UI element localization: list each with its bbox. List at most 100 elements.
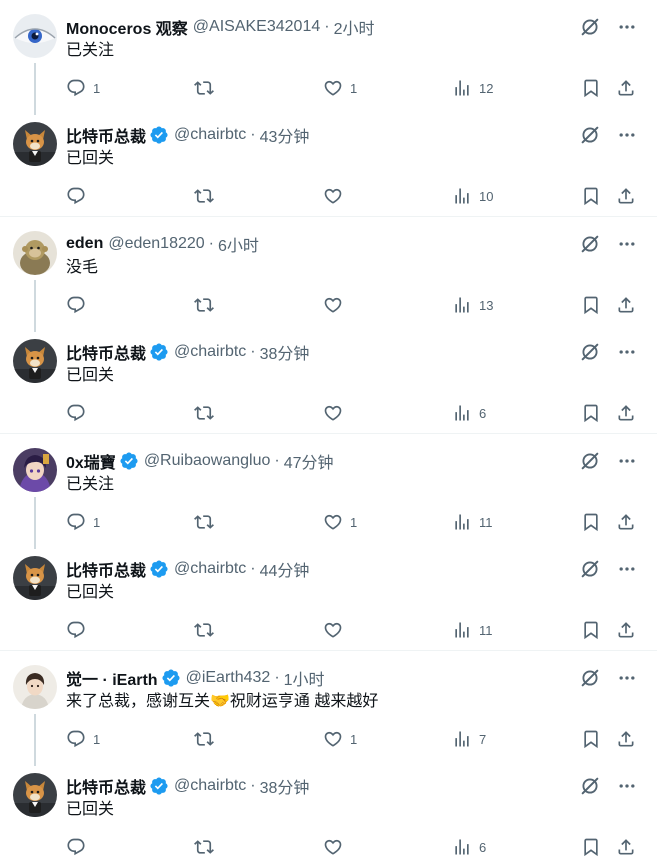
views-button[interactable]: 11 bbox=[452, 620, 493, 640]
reply-button[interactable]: 1 bbox=[66, 78, 100, 98]
share-button[interactable] bbox=[616, 620, 636, 640]
reply-button[interactable]: 1 bbox=[66, 729, 100, 749]
grok-icon[interactable] bbox=[579, 233, 601, 255]
timestamp[interactable]: 6小时 bbox=[218, 232, 259, 256]
reply-button[interactable] bbox=[66, 837, 86, 857]
bookmark-button[interactable] bbox=[581, 186, 601, 206]
like-button[interactable] bbox=[323, 837, 343, 857]
reply-button[interactable]: 1 bbox=[66, 512, 100, 532]
display-name[interactable]: 比特币总裁 bbox=[66, 340, 146, 364]
views-button[interactable]: 6 bbox=[452, 403, 486, 423]
display-name[interactable]: 觉一 · iEarth bbox=[66, 666, 158, 690]
tweet[interactable]: 觉一 · iEarth @iEarth432 · 1小时 来了总裁，感谢互关🤝祝财运亨通… bbox=[0, 651, 657, 766]
more-icon[interactable] bbox=[617, 451, 637, 471]
like-button[interactable]: 1 bbox=[323, 729, 357, 749]
like-button[interactable] bbox=[323, 620, 343, 640]
retweet-button[interactable] bbox=[194, 837, 214, 857]
avatar[interactable] bbox=[13, 448, 57, 492]
like-button[interactable]: 1 bbox=[323, 78, 357, 98]
grok-icon[interactable] bbox=[579, 775, 601, 797]
avatar[interactable] bbox=[13, 14, 57, 58]
more-icon[interactable] bbox=[617, 234, 637, 254]
reply-button[interactable] bbox=[66, 186, 86, 206]
share-button[interactable] bbox=[616, 295, 636, 315]
more-icon[interactable] bbox=[617, 342, 637, 362]
like-button[interactable]: 1 bbox=[323, 512, 357, 532]
avatar[interactable] bbox=[13, 556, 57, 600]
grok-icon[interactable] bbox=[579, 667, 601, 689]
like-button[interactable] bbox=[323, 403, 343, 423]
retweet-button[interactable] bbox=[194, 620, 214, 640]
user-handle[interactable]: @chairbtc bbox=[174, 343, 246, 361]
timestamp[interactable]: 2小时 bbox=[334, 15, 375, 39]
reply-button[interactable] bbox=[66, 403, 86, 423]
user-handle[interactable]: @chairbtc bbox=[174, 560, 246, 578]
bookmark-button[interactable] bbox=[581, 512, 601, 532]
bookmark-button[interactable] bbox=[581, 295, 601, 315]
views-button[interactable]: 10 bbox=[452, 186, 493, 206]
bookmark-button[interactable] bbox=[581, 837, 601, 857]
display-name[interactable]: Monoceros 观察 bbox=[66, 15, 188, 39]
more-icon[interactable] bbox=[617, 559, 637, 579]
timestamp[interactable]: 1小时 bbox=[284, 666, 325, 690]
bookmark-button[interactable] bbox=[581, 620, 601, 640]
bookmark-button[interactable] bbox=[581, 78, 601, 98]
display-name[interactable]: 比特币总裁 bbox=[66, 123, 146, 147]
more-icon[interactable] bbox=[617, 668, 637, 688]
timestamp[interactable]: 47分钟 bbox=[284, 449, 334, 473]
reply-button[interactable] bbox=[66, 620, 86, 640]
grok-icon[interactable] bbox=[579, 124, 601, 146]
tweet[interactable]: 比特币总裁 @chairbtc · 44分钟 已回关 11 bbox=[0, 542, 657, 650]
reply-button[interactable] bbox=[66, 295, 86, 315]
timestamp[interactable]: 43分钟 bbox=[260, 123, 310, 147]
avatar[interactable] bbox=[13, 773, 57, 817]
views-button[interactable]: 6 bbox=[452, 837, 486, 857]
like-button[interactable] bbox=[323, 186, 343, 206]
tweet[interactable]: 比特币总裁 @chairbtc · 43分钟 已回关 10 bbox=[0, 108, 657, 216]
avatar[interactable] bbox=[13, 122, 57, 166]
views-button[interactable]: 12 bbox=[452, 78, 493, 98]
share-button[interactable] bbox=[616, 78, 636, 98]
display-name[interactable]: 比特币总裁 bbox=[66, 557, 146, 581]
bookmark-button[interactable] bbox=[581, 729, 601, 749]
avatar[interactable] bbox=[13, 231, 57, 275]
retweet-button[interactable] bbox=[194, 186, 214, 206]
timestamp[interactable]: 38分钟 bbox=[260, 340, 310, 364]
more-icon[interactable] bbox=[617, 17, 637, 37]
timestamp[interactable]: 44分钟 bbox=[260, 557, 310, 581]
grok-icon[interactable] bbox=[579, 341, 601, 363]
views-button[interactable]: 13 bbox=[452, 295, 493, 315]
avatar[interactable] bbox=[13, 339, 57, 383]
views-button[interactable]: 11 bbox=[452, 512, 493, 532]
like-button[interactable] bbox=[323, 295, 343, 315]
display-name[interactable]: 比特币总裁 bbox=[66, 774, 146, 798]
user-handle[interactable]: @chairbtc bbox=[174, 126, 246, 144]
more-icon[interactable] bbox=[617, 125, 637, 145]
retweet-button[interactable] bbox=[194, 729, 214, 749]
share-button[interactable] bbox=[616, 186, 636, 206]
share-button[interactable] bbox=[616, 403, 636, 423]
user-handle[interactable]: @iEarth432 bbox=[186, 669, 271, 687]
retweet-button[interactable] bbox=[194, 403, 214, 423]
more-icon[interactable] bbox=[617, 776, 637, 796]
tweet[interactable]: Monoceros 观察 @AISAKE342014 · 2小时 已关注 1 1 12 bbox=[0, 0, 657, 115]
tweet[interactable]: eden @eden18220 · 6小时 没毛 13 bbox=[0, 217, 657, 332]
user-handle[interactable]: @chairbtc bbox=[174, 777, 246, 795]
user-handle[interactable]: @AISAKE342014 bbox=[193, 18, 320, 36]
avatar[interactable] bbox=[13, 665, 57, 709]
grok-icon[interactable] bbox=[579, 558, 601, 580]
grok-icon[interactable] bbox=[579, 16, 601, 38]
grok-icon[interactable] bbox=[579, 450, 601, 472]
bookmark-button[interactable] bbox=[581, 403, 601, 423]
share-button[interactable] bbox=[616, 837, 636, 857]
display-name[interactable]: 0x瑞寶 bbox=[66, 449, 116, 473]
views-button[interactable]: 7 bbox=[452, 729, 486, 749]
retweet-button[interactable] bbox=[194, 78, 214, 98]
user-handle[interactable]: @eden18220 bbox=[108, 235, 204, 253]
share-button[interactable] bbox=[616, 512, 636, 532]
tweet[interactable]: 0x瑞寶 @Ruibaowangluo · 47分钟 已关注 1 1 11 bbox=[0, 434, 657, 549]
user-handle[interactable]: @Ruibaowangluo bbox=[144, 452, 271, 470]
share-button[interactable] bbox=[616, 729, 636, 749]
tweet[interactable]: 比特币总裁 @chairbtc · 38分钟 已回关 6 bbox=[0, 759, 657, 867]
display-name[interactable]: eden bbox=[66, 235, 103, 253]
